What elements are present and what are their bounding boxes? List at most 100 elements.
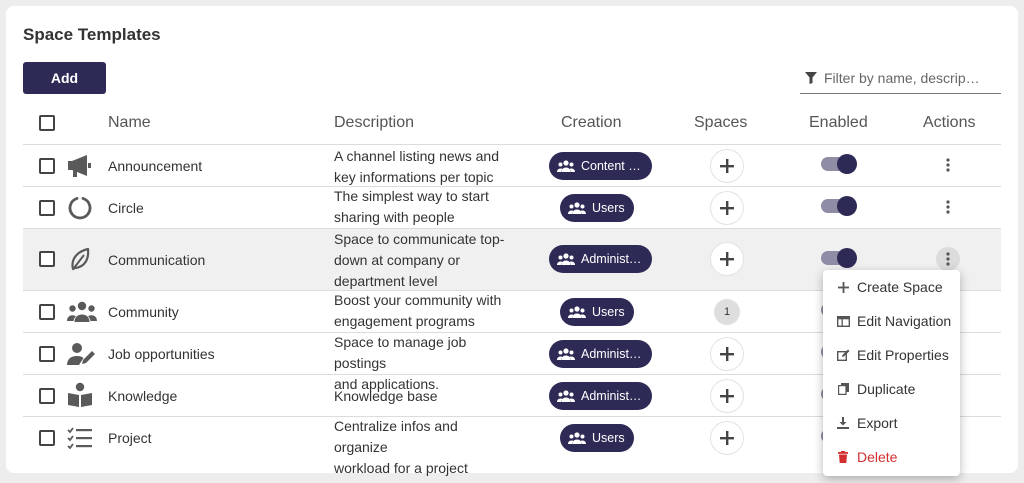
users-icon xyxy=(557,160,575,172)
row-checkbox[interactable] xyxy=(39,200,55,216)
row-name[interactable]: Community xyxy=(108,304,179,320)
desc-line: A channel listing news and xyxy=(334,148,499,164)
desc-line: down at company or xyxy=(334,252,461,268)
create-space-button[interactable] xyxy=(711,338,743,370)
row-checkbox[interactable] xyxy=(39,251,55,267)
navigation-layout-icon xyxy=(833,315,853,327)
add-button[interactable]: Add xyxy=(23,62,106,94)
menu-item-label: Edit Properties xyxy=(857,347,949,363)
create-space-button[interactable] xyxy=(711,192,743,224)
row-name[interactable]: Knowledge xyxy=(108,388,177,404)
row-checkbox[interactable] xyxy=(39,158,55,174)
filter-icon xyxy=(805,72,817,84)
enabled-toggle[interactable] xyxy=(821,196,857,216)
select-all-checkbox[interactable] xyxy=(39,115,55,131)
plus-icon xyxy=(720,201,734,215)
column-header-name[interactable]: Name xyxy=(108,114,151,132)
row-description: A channel listing news and key informati… xyxy=(334,146,514,188)
desc-line: engagement programs xyxy=(334,313,475,329)
row-checkbox[interactable] xyxy=(39,304,55,320)
users-icon xyxy=(557,253,575,265)
circle-icon xyxy=(67,195,93,221)
creation-chip[interactable]: Administ… xyxy=(549,382,652,410)
desc-line: The simplest way to start xyxy=(334,188,489,204)
menu-item-label: Delete xyxy=(857,449,898,465)
enabled-toggle[interactable] xyxy=(821,154,857,174)
desc-line: Centralize infos and organize xyxy=(334,418,458,455)
row-name[interactable]: Project xyxy=(108,430,152,446)
menu-item-delete[interactable]: Delete xyxy=(823,440,960,474)
plus-icon xyxy=(720,347,734,361)
table-row: Circle The simplest way to start sharing… xyxy=(23,186,1001,228)
creation-chip[interactable]: Users xyxy=(560,424,634,452)
menu-item-edit-properties[interactable]: Edit Properties xyxy=(823,338,960,372)
page-title: Space Templates xyxy=(23,25,161,44)
create-space-button[interactable] xyxy=(711,380,743,412)
row-description: The simplest way to start sharing with p… xyxy=(334,186,514,228)
row-checkbox[interactable] xyxy=(39,430,55,446)
creation-chip[interactable]: Users xyxy=(560,194,634,222)
creation-chip[interactable]: Administ… xyxy=(549,340,652,368)
row-name[interactable]: Announcement xyxy=(108,158,202,174)
column-header-description: Description xyxy=(334,114,415,131)
menu-item-label: Create Space xyxy=(857,279,943,295)
menu-item-duplicate[interactable]: Duplicate xyxy=(823,372,960,406)
create-space-button[interactable] xyxy=(711,243,743,275)
toggle-knob xyxy=(837,154,857,174)
filter-field[interactable] xyxy=(800,63,1001,94)
menu-item-export[interactable]: Export xyxy=(823,406,960,440)
row-name[interactable]: Circle xyxy=(108,200,144,216)
filter-input[interactable] xyxy=(824,70,994,86)
column-header-spaces: Spaces xyxy=(694,114,748,131)
edit-icon xyxy=(833,349,853,361)
creation-label: Administ… xyxy=(581,389,642,403)
column-header-creation: Creation xyxy=(561,114,622,131)
menu-item-create-space[interactable]: Create Space xyxy=(823,270,960,304)
creation-chip[interactable]: Users xyxy=(560,298,634,326)
row-checkbox[interactable] xyxy=(39,346,55,362)
desc-line: key informations per topic xyxy=(334,169,494,185)
create-space-button[interactable] xyxy=(711,150,743,182)
megaphone-icon xyxy=(67,153,93,179)
toggle-knob xyxy=(837,248,857,268)
desc-line: Knowledge base xyxy=(334,388,438,404)
row-name[interactable]: Communication xyxy=(108,252,205,268)
users-icon xyxy=(568,202,586,214)
column-header-enabled: Enabled xyxy=(809,114,868,131)
actions-menu-button[interactable] xyxy=(936,153,960,177)
creation-label: Users xyxy=(592,431,625,445)
creation-chip[interactable]: Administ… xyxy=(549,245,652,273)
menu-item-edit-navigation[interactable]: Edit Navigation xyxy=(823,304,960,338)
actions-menu-button[interactable] xyxy=(936,195,960,219)
plus-icon xyxy=(720,159,734,173)
creation-label: Users xyxy=(592,305,625,319)
create-space-button[interactable] xyxy=(711,422,743,454)
desc-line: sharing with people xyxy=(334,209,455,225)
desc-line: workload for a project xyxy=(334,460,468,476)
row-name[interactable]: Job opportunities xyxy=(108,346,215,362)
actions-dropdown-menu: Create Space Edit Navigation Edit Proper… xyxy=(823,270,960,476)
row-checkbox[interactable] xyxy=(39,388,55,404)
desc-line: Space to communicate top- xyxy=(334,231,505,247)
plus-icon xyxy=(720,389,734,403)
creation-label: Administ… xyxy=(581,347,642,361)
user-edit-icon xyxy=(67,341,99,367)
actions-menu-button[interactable] xyxy=(936,247,960,271)
users-icon xyxy=(568,432,586,444)
plus-icon xyxy=(720,431,734,445)
users-icon xyxy=(557,348,575,360)
plus-icon xyxy=(720,252,734,266)
copy-icon xyxy=(833,383,853,395)
more-vertical-icon xyxy=(946,158,950,172)
more-vertical-icon xyxy=(946,252,950,266)
task-list-icon xyxy=(67,425,93,451)
trash-icon xyxy=(833,451,853,463)
row-description: Centralize infos and organize workload f… xyxy=(334,416,514,479)
more-vertical-icon xyxy=(946,200,950,214)
menu-item-label: Duplicate xyxy=(857,381,916,397)
enabled-toggle[interactable] xyxy=(821,248,857,268)
spaces-count-badge[interactable]: 1 xyxy=(714,299,740,325)
creation-chip[interactable]: Content … xyxy=(549,152,652,180)
creation-label: Administ… xyxy=(581,252,642,266)
table-row: Announcement A channel listing news and … xyxy=(23,144,1001,186)
